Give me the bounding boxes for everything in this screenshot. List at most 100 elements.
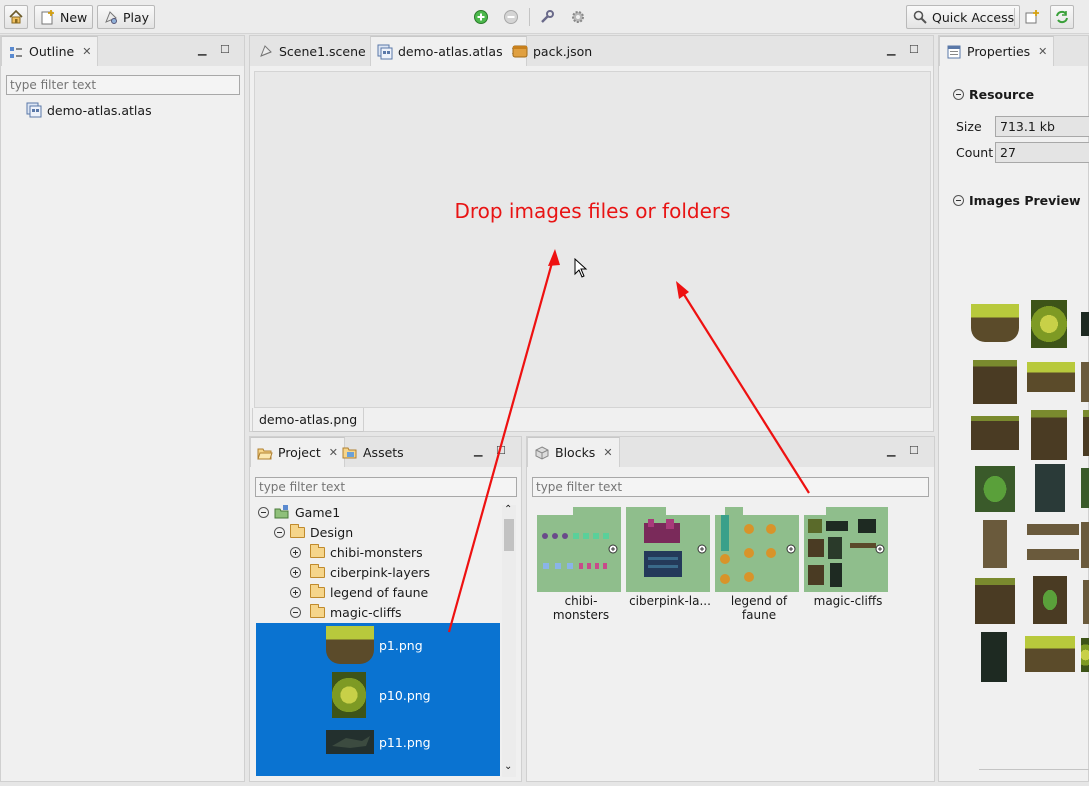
preview-image[interactable] bbox=[1033, 576, 1067, 624]
minimize-icon[interactable]: ▁ bbox=[887, 444, 895, 457]
minimize-icon[interactable]: ▁ bbox=[887, 43, 895, 56]
play-button[interactable]: Play bbox=[97, 5, 156, 29]
maximize-icon[interactable]: ☐ bbox=[220, 43, 230, 56]
block-label: legend of faune bbox=[730, 594, 788, 622]
settings-button[interactable] bbox=[566, 5, 590, 29]
scroll-down-icon[interactable]: ⌄ bbox=[504, 761, 512, 772]
close-icon[interactable]: ✕ bbox=[82, 45, 91, 58]
block-item[interactable]: legend of faune bbox=[715, 507, 803, 622]
remove-button[interactable] bbox=[499, 5, 523, 29]
block-item[interactable]: magic-cliffs bbox=[804, 507, 892, 617]
resource-section-header[interactable]: Resource bbox=[953, 84, 1034, 104]
tab-demo-atlas[interactable]: demo-atlas.atlas ✕ bbox=[370, 36, 527, 66]
tree-item-label: chibi-monsters bbox=[330, 544, 423, 560]
project-folder-icon bbox=[274, 504, 290, 520]
tree-item-ciberpink-layers[interactable]: ciberpink-layers bbox=[290, 562, 430, 582]
preview-image[interactable] bbox=[1081, 638, 1089, 672]
maximize-icon[interactable]: ☐ bbox=[496, 444, 506, 457]
collapse-icon[interactable] bbox=[953, 88, 964, 100]
close-icon[interactable]: ✕ bbox=[603, 446, 612, 459]
selected-files[interactable]: p1.png p10.png p11.png bbox=[256, 623, 500, 776]
scroll-up-icon[interactable]: ⌃ bbox=[504, 504, 512, 515]
project-scrollbar[interactable]: ⌃ ⌄ bbox=[502, 504, 516, 777]
count-value-field[interactable]: 27 bbox=[995, 142, 1089, 163]
tree-item-magic-cliffs[interactable]: magic-cliffs bbox=[290, 602, 402, 622]
file-item-p1[interactable]: p1.png bbox=[326, 625, 423, 665]
project-filter-input[interactable] bbox=[255, 477, 517, 497]
tab-properties-label: Properties bbox=[967, 44, 1031, 59]
quick-access-button[interactable]: Quick Access bbox=[906, 5, 1021, 29]
expand-icon[interactable] bbox=[290, 566, 301, 578]
tools-button[interactable] bbox=[535, 5, 559, 29]
tab-scene1-label: Scene1.scene bbox=[279, 43, 366, 59]
refresh-button[interactable] bbox=[1050, 5, 1074, 29]
maximize-icon[interactable]: ☐ bbox=[909, 43, 919, 56]
tree-item-legend-of-faune[interactable]: legend of faune bbox=[290, 582, 428, 602]
block-item[interactable]: ciberpink-la... bbox=[626, 507, 714, 617]
play-icon bbox=[103, 9, 119, 25]
tab-project-label: Project bbox=[278, 445, 321, 460]
home-button[interactable] bbox=[4, 5, 28, 29]
tree-item-design[interactable]: Design bbox=[274, 522, 353, 542]
preview-image[interactable] bbox=[1035, 464, 1065, 512]
collapse-icon[interactable] bbox=[258, 506, 269, 518]
preview-image[interactable] bbox=[1025, 636, 1075, 672]
collapse-icon[interactable] bbox=[953, 194, 964, 206]
preview-image[interactable] bbox=[981, 632, 1007, 682]
expand-icon[interactable] bbox=[290, 586, 301, 598]
preview-image[interactable] bbox=[1083, 410, 1089, 456]
images-preview-section-header[interactable]: Images Preview bbox=[953, 190, 1081, 210]
preview-image[interactable] bbox=[975, 466, 1015, 512]
tab-pack-json[interactable]: pack.json bbox=[506, 36, 598, 66]
minimize-icon[interactable]: ▁ bbox=[474, 444, 482, 457]
tab-assets[interactable]: Assets bbox=[336, 437, 410, 467]
file-item-p11[interactable]: p11.png bbox=[326, 729, 431, 755]
tree-item-game1[interactable]: Game1 bbox=[258, 502, 340, 522]
preview-image[interactable] bbox=[1081, 362, 1089, 402]
tab-scene1[interactable]: Scene1.scene bbox=[252, 36, 372, 66]
preview-image[interactable] bbox=[1027, 362, 1075, 392]
scrollbar-thumb[interactable] bbox=[504, 519, 514, 551]
tab-properties[interactable]: Properties ✕ bbox=[939, 36, 1055, 66]
atlas-drop-area[interactable]: Drop images files or folders bbox=[254, 71, 931, 408]
preview-image[interactable] bbox=[1081, 312, 1089, 336]
preview-image[interactable] bbox=[1031, 300, 1067, 348]
minimize-icon[interactable]: ▁ bbox=[198, 43, 206, 56]
blocks-filter-input[interactable] bbox=[532, 477, 929, 497]
file-item-label: p10.png bbox=[379, 687, 431, 703]
open-perspective-button[interactable] bbox=[1020, 5, 1044, 29]
project-panel: Project ✕ Assets ▁ ☐ Game1 Design chibi-… bbox=[249, 436, 522, 782]
preview-image[interactable] bbox=[1081, 468, 1089, 508]
block-item[interactable]: chibi-monsters bbox=[537, 507, 625, 622]
tab-blocks[interactable]: Blocks ✕ bbox=[527, 437, 620, 467]
maximize-icon[interactable]: ☐ bbox=[909, 444, 919, 457]
tab-demo-atlas-png[interactable]: demo-atlas.png bbox=[252, 408, 365, 432]
properties-icon bbox=[946, 44, 962, 60]
outline-item[interactable]: demo-atlas.atlas bbox=[26, 100, 152, 120]
toolbar-separator bbox=[1014, 8, 1015, 26]
preview-image[interactable] bbox=[983, 520, 1007, 568]
preview-image[interactable] bbox=[971, 304, 1019, 342]
collapse-icon[interactable] bbox=[290, 606, 301, 618]
preview-image[interactable] bbox=[1081, 522, 1089, 568]
collapse-icon[interactable] bbox=[274, 526, 285, 538]
preview-image[interactable] bbox=[1083, 580, 1089, 624]
expand-icon[interactable] bbox=[290, 546, 301, 558]
add-button[interactable] bbox=[469, 5, 493, 29]
tree-item-chibi-monsters[interactable]: chibi-monsters bbox=[290, 542, 423, 562]
file-item-p10[interactable]: p10.png bbox=[332, 671, 431, 719]
outline-filter-input[interactable] bbox=[6, 75, 240, 95]
preview-image[interactable] bbox=[973, 360, 1017, 404]
preview-image[interactable] bbox=[971, 416, 1019, 450]
atlas-file-icon bbox=[26, 102, 42, 118]
preview-image[interactable] bbox=[975, 578, 1015, 624]
tab-outline[interactable]: Outline ✕ bbox=[1, 36, 99, 66]
folder-icon bbox=[290, 523, 305, 538]
close-icon[interactable]: ✕ bbox=[1038, 45, 1047, 58]
new-button[interactable]: New bbox=[34, 5, 94, 29]
preview-image[interactable] bbox=[1027, 524, 1079, 560]
size-value-field[interactable]: 713.1 kb bbox=[995, 116, 1089, 137]
preview-image[interactable] bbox=[1031, 410, 1067, 460]
properties-panel: Properties ✕ Resource Size 713.1 kb Coun… bbox=[938, 35, 1089, 782]
tab-project[interactable]: Project ✕ bbox=[250, 437, 345, 467]
